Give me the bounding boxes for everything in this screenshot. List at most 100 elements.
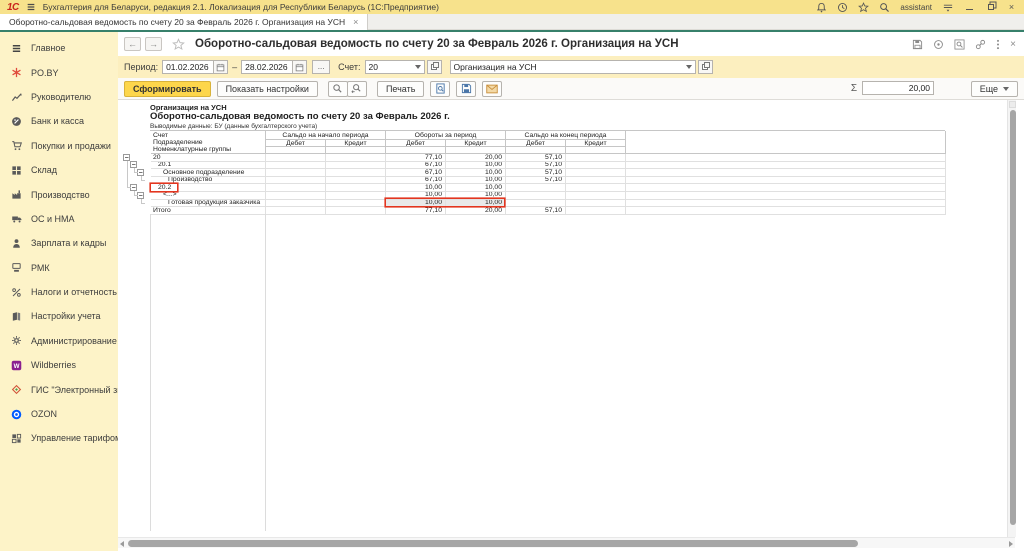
cell-empty[interactable] <box>626 207 946 215</box>
cell-value[interactable] <box>266 162 326 170</box>
sidebar-item-os-nma[interactable]: ОС и НМА <box>0 207 118 231</box>
period-choice-button[interactable]: ... <box>312 60 330 74</box>
sidebar-item-po-by[interactable]: PO.BY <box>0 60 118 84</box>
sidebar-item-manager[interactable]: Руководителю <box>0 85 118 109</box>
cell-value[interactable]: 77,10 <box>386 207 446 215</box>
save-icon[interactable] <box>456 81 476 97</box>
search-icon[interactable] <box>328 81 348 97</box>
cell-value[interactable] <box>266 200 326 208</box>
cell-empty[interactable] <box>626 192 946 200</box>
horizontal-scroll-thumb[interactable] <box>128 540 858 547</box>
get-link-icon[interactable] <box>975 39 986 50</box>
column-group-turnover[interactable]: Обороты за период <box>386 131 506 140</box>
cell-empty[interactable] <box>626 162 946 170</box>
cell-value[interactable] <box>326 207 386 215</box>
calendar-to-button[interactable] <box>292 60 307 74</box>
column-header-credit[interactable]: Кредит <box>566 140 626 147</box>
cell-value[interactable] <box>566 184 626 192</box>
scroll-top-button[interactable] <box>1009 101 1016 108</box>
more-button[interactable]: Еще <box>971 81 1018 97</box>
cell-value[interactable]: 10,00 <box>446 169 506 177</box>
show-settings-button[interactable]: Показать настройки <box>217 81 318 97</box>
cell-account-name[interactable]: 20.1 <box>151 162 266 170</box>
organization-input[interactable] <box>451 62 683 73</box>
cell-value[interactable]: 67,10 <box>386 177 446 185</box>
cell-value[interactable] <box>266 169 326 177</box>
report-options-icon[interactable] <box>933 39 944 50</box>
cell-empty[interactable] <box>626 154 946 162</box>
autosum-value[interactable] <box>862 81 934 95</box>
back-button[interactable]: ← <box>124 37 141 51</box>
cell-value[interactable] <box>266 154 326 162</box>
sidebar-item-rmk[interactable]: РМК <box>0 256 118 280</box>
sidebar-item-wildberries[interactable]: WWildberries <box>0 353 118 377</box>
generate-button[interactable]: Сформировать <box>124 81 211 97</box>
cell-value[interactable] <box>266 184 326 192</box>
cell-value[interactable] <box>326 184 386 192</box>
cell-account-name[interactable]: 20 <box>151 154 266 162</box>
cell-value[interactable]: 10,00 <box>446 177 506 185</box>
favorite-star-icon[interactable] <box>172 38 185 51</box>
print-button[interactable]: Печать <box>377 81 424 97</box>
sidebar-item-administration[interactable]: Администрирование <box>0 329 118 353</box>
vertical-scrollbar[interactable] <box>1007 100 1016 537</box>
history-icon[interactable] <box>837 2 848 13</box>
column-group-closing-balance[interactable]: Сальдо на конец периода <box>506 131 626 140</box>
cell-value[interactable]: 57,10 <box>506 169 566 177</box>
cell-value[interactable]: 10,00 <box>446 192 506 200</box>
organization-dropdown-icon[interactable] <box>683 61 695 73</box>
cell-value[interactable] <box>506 200 566 208</box>
tree-expander-icon[interactable] <box>130 184 137 191</box>
cell-value[interactable] <box>566 169 626 177</box>
tree-expander-icon[interactable] <box>123 154 130 161</box>
cell-account-name[interactable]: Готовая продукция заказчика <box>151 200 266 208</box>
tree-expander-icon[interactable] <box>130 161 137 168</box>
cell-value[interactable]: 20,00 <box>446 154 506 162</box>
main-menu-icon[interactable] <box>26 2 36 12</box>
cell-account-name[interactable]: Основное подразделение <box>151 169 266 177</box>
restore-button[interactable] <box>985 2 996 13</box>
current-user[interactable]: assistant <box>900 3 932 12</box>
cell-value[interactable] <box>326 169 386 177</box>
cell-value[interactable]: 57,10 <box>506 207 566 215</box>
cell-value[interactable] <box>326 162 386 170</box>
account-input[interactable] <box>366 62 412 73</box>
cell-value[interactable]: 10,00 <box>446 162 506 170</box>
cell-value[interactable] <box>326 200 386 208</box>
cell-value[interactable] <box>566 192 626 200</box>
cell-value[interactable] <box>326 192 386 200</box>
notifications-bell-icon[interactable] <box>816 2 827 13</box>
send-mail-icon[interactable] <box>482 81 502 97</box>
close-report-icon[interactable]: × <box>1010 39 1016 50</box>
cell-value[interactable]: 10,00 <box>386 200 446 208</box>
sidebar-item-salary-hr[interactable]: Зарплата и кадры <box>0 231 118 255</box>
cell-account-name[interactable]: <...> <box>151 192 266 200</box>
cell-value[interactable] <box>506 192 566 200</box>
cell-value[interactable]: 67,10 <box>386 169 446 177</box>
service-settings-icon[interactable] <box>942 2 954 13</box>
cell-value[interactable] <box>566 200 626 208</box>
tab-osv-report[interactable]: Оборотно-сальдовая ведомость по счету 20… <box>0 14 368 30</box>
cell-value[interactable] <box>566 162 626 170</box>
cell-value[interactable] <box>266 192 326 200</box>
column-header-account[interactable]: Счет Подразделение Номенклатурные группы <box>151 131 266 154</box>
column-header-credit[interactable]: Кредит <box>446 140 506 147</box>
cell-empty[interactable] <box>626 184 946 192</box>
save-report-icon[interactable] <box>912 39 923 50</box>
cell-empty[interactable] <box>626 200 946 208</box>
horizontal-scrollbar[interactable] <box>118 537 1015 548</box>
cell-value[interactable] <box>326 154 386 162</box>
tab-close-icon[interactable]: × <box>353 17 358 27</box>
scroll-right-icon[interactable] <box>1009 541 1013 547</box>
column-header-debit[interactable]: Дебет <box>386 140 446 147</box>
favorites-star-icon[interactable] <box>858 2 869 13</box>
search-next-icon[interactable] <box>347 81 367 97</box>
cell-value[interactable] <box>266 207 326 215</box>
cell-value[interactable] <box>566 207 626 215</box>
report-spreadsheet[interactable]: Организация на УСН Оборотно-сальдовая ве… <box>118 100 1007 537</box>
scroll-left-icon[interactable] <box>120 541 124 547</box>
column-header-debit[interactable]: Дебет <box>266 140 326 147</box>
cell-value[interactable] <box>506 184 566 192</box>
sidebar-item-ozon[interactable]: OZON <box>0 402 118 426</box>
find-in-report-icon[interactable] <box>954 39 965 50</box>
